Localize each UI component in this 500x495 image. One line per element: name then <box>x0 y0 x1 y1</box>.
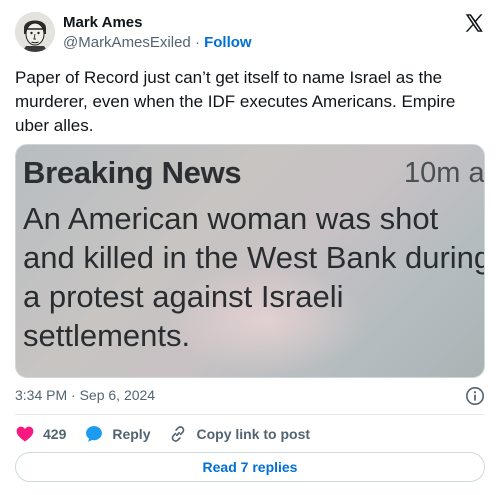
copy-link-button[interactable]: Copy link to post <box>168 424 310 444</box>
reply-button[interactable]: Reply <box>84 424 150 444</box>
tweet-media-image[interactable]: Breaking News 10m a An American woman wa… <box>15 144 485 378</box>
x-logo-icon[interactable] <box>463 12 485 34</box>
media-time-ago: 10m a <box>404 157 485 189</box>
link-icon <box>172 426 185 442</box>
reply-label: Reply <box>112 426 151 442</box>
divider <box>15 414 485 415</box>
author-display-name[interactable]: Mark Ames <box>63 13 252 32</box>
tweet-card: Mark Ames @MarkAmesExiled · Follow Paper… <box>0 0 500 495</box>
media-headline: Breaking News <box>23 155 242 190</box>
author-handle[interactable]: @MarkAmesExiled <box>63 34 191 51</box>
info-icon[interactable] <box>465 386 485 406</box>
separator-dot: · <box>194 33 200 51</box>
avatar[interactable] <box>15 12 55 52</box>
tweet-text: Paper of Record just can’t get itself to… <box>15 68 456 135</box>
speech-bubble-icon <box>86 426 103 442</box>
author-block: Mark Ames @MarkAmesExiled · Follow <box>63 13 252 52</box>
like-button[interactable]: 429 <box>15 424 66 444</box>
copy-link-label: Copy link to post <box>196 426 311 442</box>
author-handle-row: @MarkAmesExiled · Follow <box>63 33 252 52</box>
read-replies-button[interactable]: Read 7 replies <box>15 452 485 482</box>
tweet-timestamp[interactable]: 3:34 PM · Sep 6, 2024 <box>15 386 155 404</box>
heart-icon <box>16 426 34 442</box>
like-count: 429 <box>43 426 67 442</box>
action-bar: 429 Reply Copy link to post <box>15 423 485 445</box>
tweet-header: Mark Ames @MarkAmesExiled · Follow <box>15 10 485 54</box>
media-body-text: An American woman was shot and killed in… <box>23 201 485 353</box>
follow-button[interactable]: Follow <box>204 34 252 51</box>
